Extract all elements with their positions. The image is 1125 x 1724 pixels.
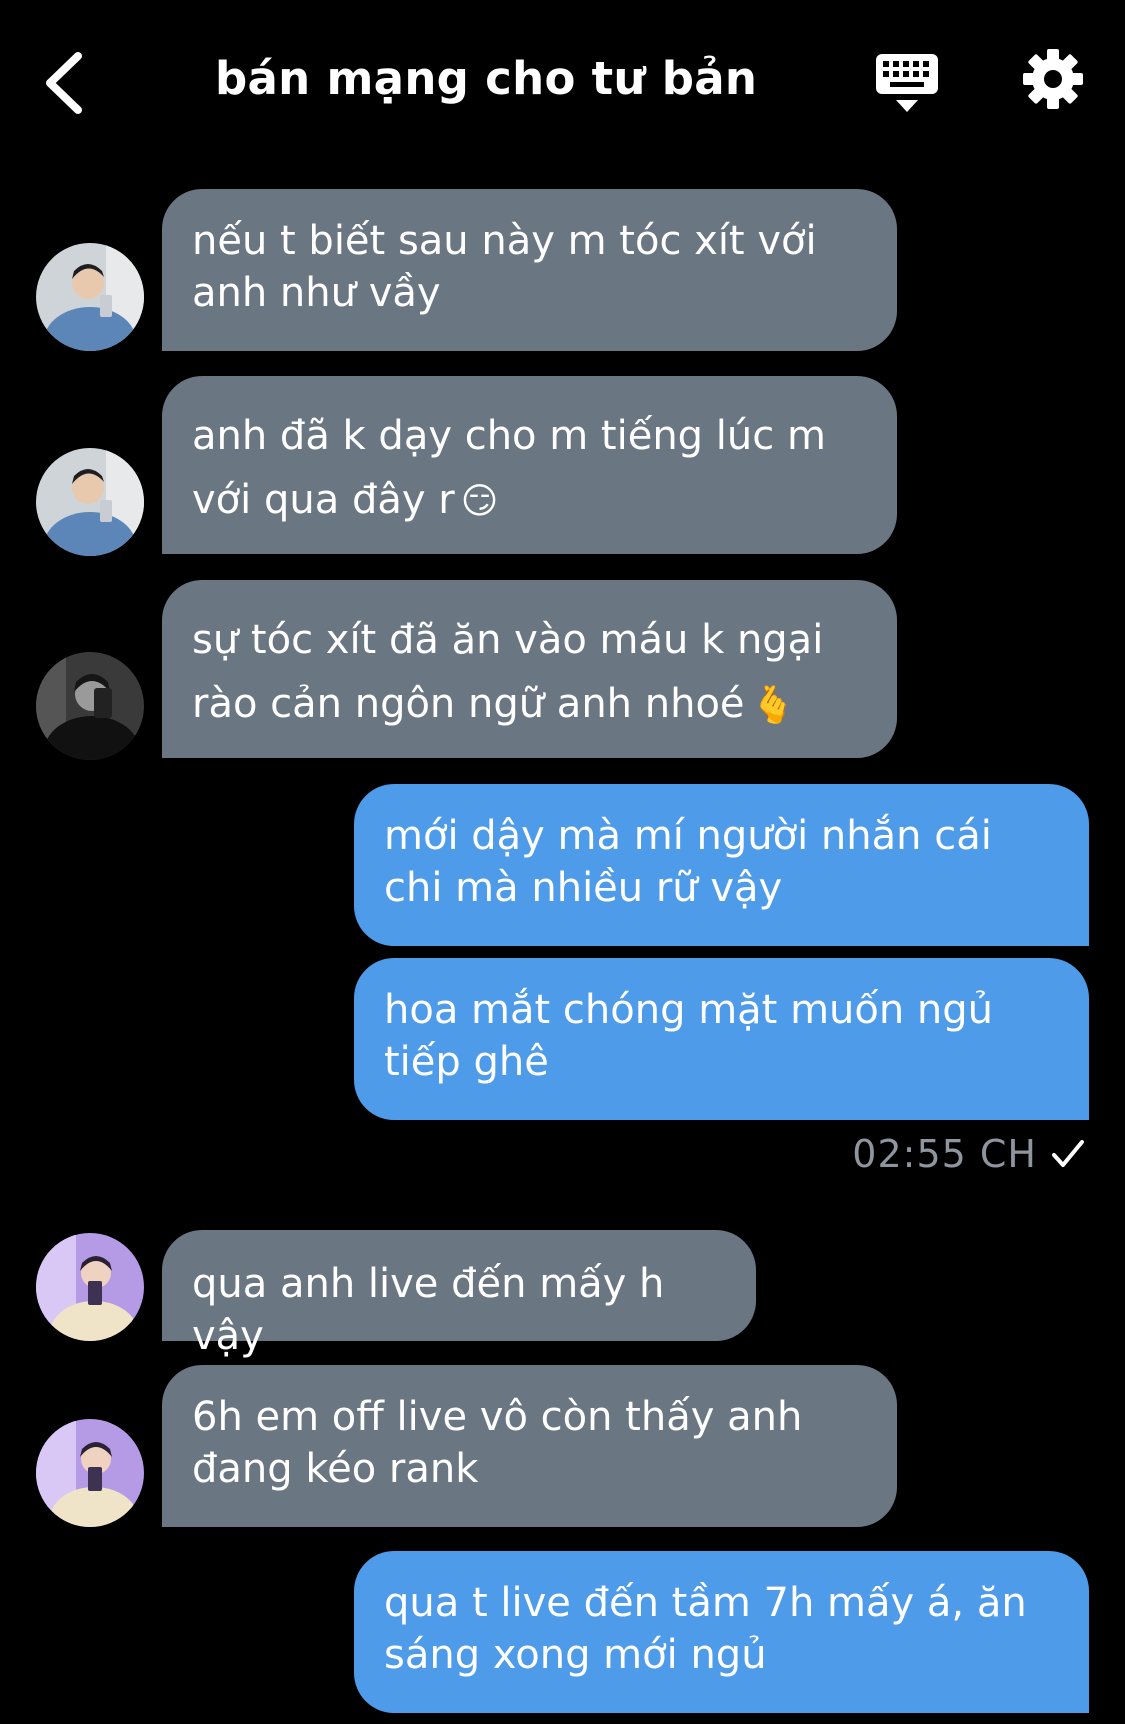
message-bubble-incoming[interactable]: sự tóc xít đã ăn vào máu k ngại rào cản … <box>162 580 897 758</box>
settings-button[interactable] <box>1022 48 1084 110</box>
chat-header: bán mạng cho tư bản <box>0 0 1125 165</box>
finger-heart-emoji: 🫰 <box>750 685 796 726</box>
keyboard-button[interactable] <box>874 50 940 116</box>
message-text: qua t live đến tầm 7h mấy á, ăn sáng xon… <box>384 1580 1027 1678</box>
message-bubble-outgoing[interactable]: mới dậy mà mí người nhắn cái chi mà nhiề… <box>354 784 1089 946</box>
message-text: nếu t biết sau này m tóc xít với anh như… <box>192 218 817 316</box>
avatar[interactable] <box>36 1233 144 1341</box>
chat-title: bán mạng cho tư bản <box>215 52 758 105</box>
message-bubble-incoming[interactable]: qua anh live đến mấy h vậy <box>162 1230 756 1359</box>
message-text: 6h em off live vô còn thấy anh đang kéo … <box>192 1394 803 1492</box>
message-text: hoa mắt chóng mặt muốn ngủ tiếp ghê <box>384 987 994 1085</box>
message-text: mới dậy mà mí người nhắn cái chi mà nhiề… <box>384 813 992 911</box>
message-bubble-outgoing[interactable]: qua t live đến tầm 7h mấy á, ăn sáng xon… <box>354 1551 1089 1713</box>
avatar[interactable] <box>36 652 144 760</box>
smirk-emoji: 😏 <box>460 481 499 522</box>
message-bubble-outgoing[interactable]: hoa mắt chóng mặt muốn ngủ tiếp ghê <box>354 958 1089 1120</box>
checkmark-icon <box>1052 1140 1084 1167</box>
avatar[interactable] <box>36 448 144 556</box>
message-text: anh đã k dạy cho m tiếng lúc m với qua đ… <box>192 413 826 523</box>
message-text: sự tóc xít đã ăn vào máu k ngại rào cản … <box>192 617 824 727</box>
chevron-left-icon <box>46 52 82 114</box>
keyboard-icon <box>876 54 938 112</box>
avatar[interactable] <box>36 1419 144 1527</box>
avatar[interactable] <box>36 243 144 351</box>
message-text: qua anh live đến mấy h vậy <box>192 1261 665 1359</box>
back-button[interactable] <box>40 48 100 118</box>
message-bubble-incoming[interactable]: nếu t biết sau này m tóc xít với anh như… <box>162 189 897 351</box>
message-bubble-incoming[interactable]: 6h em off live vô còn thấy anh đang kéo … <box>162 1365 897 1527</box>
message-timestamp: 02:55 CH <box>852 1132 1085 1176</box>
timestamp-text: 02:55 CH <box>852 1132 1037 1176</box>
message-bubble-incoming[interactable]: anh đã k dạy cho m tiếng lúc m với qua đ… <box>162 376 897 554</box>
gear-icon <box>1023 49 1083 109</box>
